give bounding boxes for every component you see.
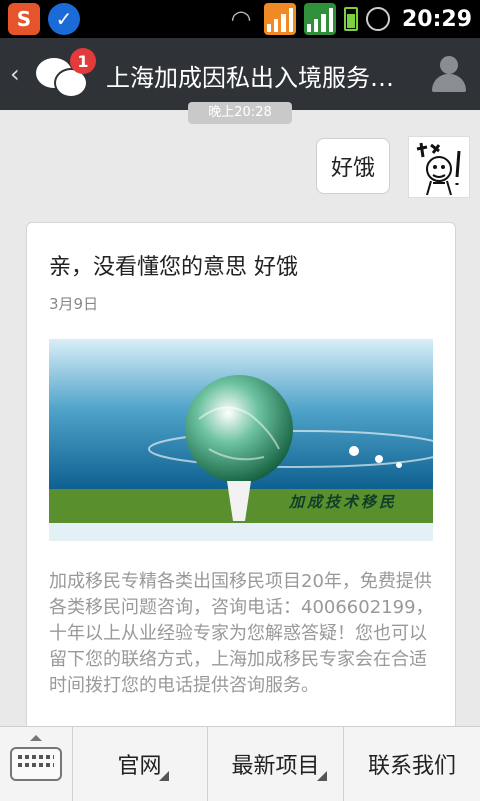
menu-latest-projects[interactable]: 最新项目 bbox=[208, 727, 344, 801]
sogou-app-icon: S bbox=[8, 3, 40, 35]
article-image-caption: 加成技术移民 bbox=[289, 493, 398, 511]
menu-label: 官网 bbox=[117, 754, 162, 779]
keyboard-icon bbox=[10, 747, 62, 781]
wifi-icon: ◠ bbox=[230, 5, 252, 33]
submenu-indicator-icon bbox=[317, 771, 327, 781]
chevron-up-icon bbox=[30, 735, 42, 741]
menu-official-site[interactable]: 官网 bbox=[72, 727, 208, 801]
menu-label: 最新项目 bbox=[231, 754, 320, 779]
article-title[interactable]: 亲，没看懂您的意思 好饿 bbox=[49, 249, 298, 281]
signal-icon bbox=[303, 3, 336, 35]
unread-badge: 1 bbox=[70, 48, 96, 74]
message-time-label: 晚上20:28 bbox=[188, 102, 292, 124]
article-body: 加成移民专精各类出国移民项目20年，免费提供各类移民问题咨询，咨询电话：4006… bbox=[49, 571, 434, 696]
shield-app-icon: ✓ bbox=[48, 3, 80, 35]
user-avatar[interactable] bbox=[408, 136, 470, 198]
bottom-menu-bar: 官网 最新项目 联系我们 bbox=[0, 726, 480, 801]
keyboard-toggle-button[interactable] bbox=[0, 727, 73, 801]
user-message-bubble[interactable]: 好饿 bbox=[316, 138, 391, 194]
signal-icon bbox=[263, 3, 296, 35]
profile-icon[interactable] bbox=[432, 54, 466, 94]
article-card[interactable]: 亲，没看懂您的意思 好饿 3月9日 加成技术移民 加成移民专精各类出国移民项目2… bbox=[26, 222, 456, 744]
alarm-icon bbox=[365, 7, 390, 31]
back-chevron-icon[interactable]: ‹ bbox=[10, 60, 20, 88]
page-title: 上海加成因私出入境服务中心 bbox=[106, 64, 396, 92]
battery-icon bbox=[343, 7, 358, 31]
menu-label: 联系我们 bbox=[367, 754, 456, 779]
status-clock: 20:29 bbox=[401, 6, 472, 32]
status-bar: S ✓ ◠ 20:29 bbox=[0, 0, 480, 38]
article-date: 3月9日 bbox=[49, 295, 99, 313]
menu-contact-us[interactable]: 联系我们 bbox=[344, 727, 480, 801]
title-bar: ‹ 1 上海加成因私出入境服务中心 bbox=[0, 38, 480, 110]
submenu-indicator-icon bbox=[159, 771, 169, 781]
